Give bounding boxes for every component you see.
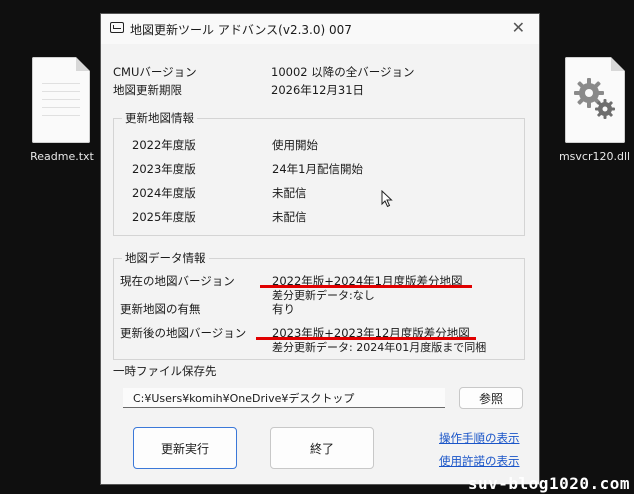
title-bar[interactable]: 地図更新ツール アドバンス(v2.3.0) 007 ✕ [101,14,539,44]
mouse-cursor-icon [381,190,393,208]
expire-value: 2026年12月31日 [271,83,365,97]
expire-label: 地図更新期限 [113,83,182,97]
app-icon [110,22,124,33]
update-exists-label: 更新地図の有無 [120,302,201,316]
after-version-label: 更新後の地図バージョン [120,326,247,340]
year-status: 未配信 [272,186,307,200]
year-status: 24年1月配信開始 [272,162,363,176]
year-label: 2022年度版 [132,138,196,152]
temp-folder-label: 一時ファイル保存先 [113,364,217,378]
desktop-icon-label: Readme.txt [30,150,94,163]
current-version-label: 現在の地図バージョン [120,274,235,288]
cmu-version-value: 10002 以降の全バージョン [271,65,415,79]
temp-folder-input[interactable] [123,388,445,408]
text-file-icon [32,57,90,143]
map-data-info-group: 地図データ情報 現在の地図バージョン 2022年版+2024年1月度版差分地図 … [113,250,525,360]
app-window: 地図更新ツール アドバンス(v2.3.0) 007 ✕ CMUバージョン 100… [100,13,540,485]
year-label: 2024年度版 [132,186,196,200]
watermark: suv-blog1020.com [467,474,630,493]
year-label: 2025年度版 [132,210,196,224]
update-map-info-group: 更新地図情報 2022年度版 使用開始 2023年度版 24年1月配信開始 20… [113,110,525,236]
year-label: 2023年度版 [132,162,196,176]
window-title: 地図更新ツール アドバンス(v2.3.0) 007 [130,23,352,37]
group-title: 更新地図情報 [122,110,197,126]
run-update-button[interactable]: 更新実行 [133,427,237,469]
year-status: 未配信 [272,210,307,224]
dll-file-icon [565,57,625,143]
gear-icon [574,78,615,119]
group-title: 地図データ情報 [122,250,209,266]
desktop-icon-label: msvcr120.dll [558,150,631,163]
after-diff-data: 差分更新データ: 2024年01月度版まで同梱 [272,341,487,354]
exit-button[interactable]: 終了 [270,427,374,469]
cmu-version-label: CMUバージョン [113,65,197,79]
close-button[interactable]: ✕ [512,18,525,37]
browse-button[interactable]: 参照 [459,387,523,409]
show-license-link[interactable]: 使用許諾の表示 [439,453,520,469]
year-status: 使用開始 [272,138,318,152]
update-exists-value: 有り [272,302,295,316]
show-manual-link[interactable]: 操作手順の表示 [439,430,520,446]
